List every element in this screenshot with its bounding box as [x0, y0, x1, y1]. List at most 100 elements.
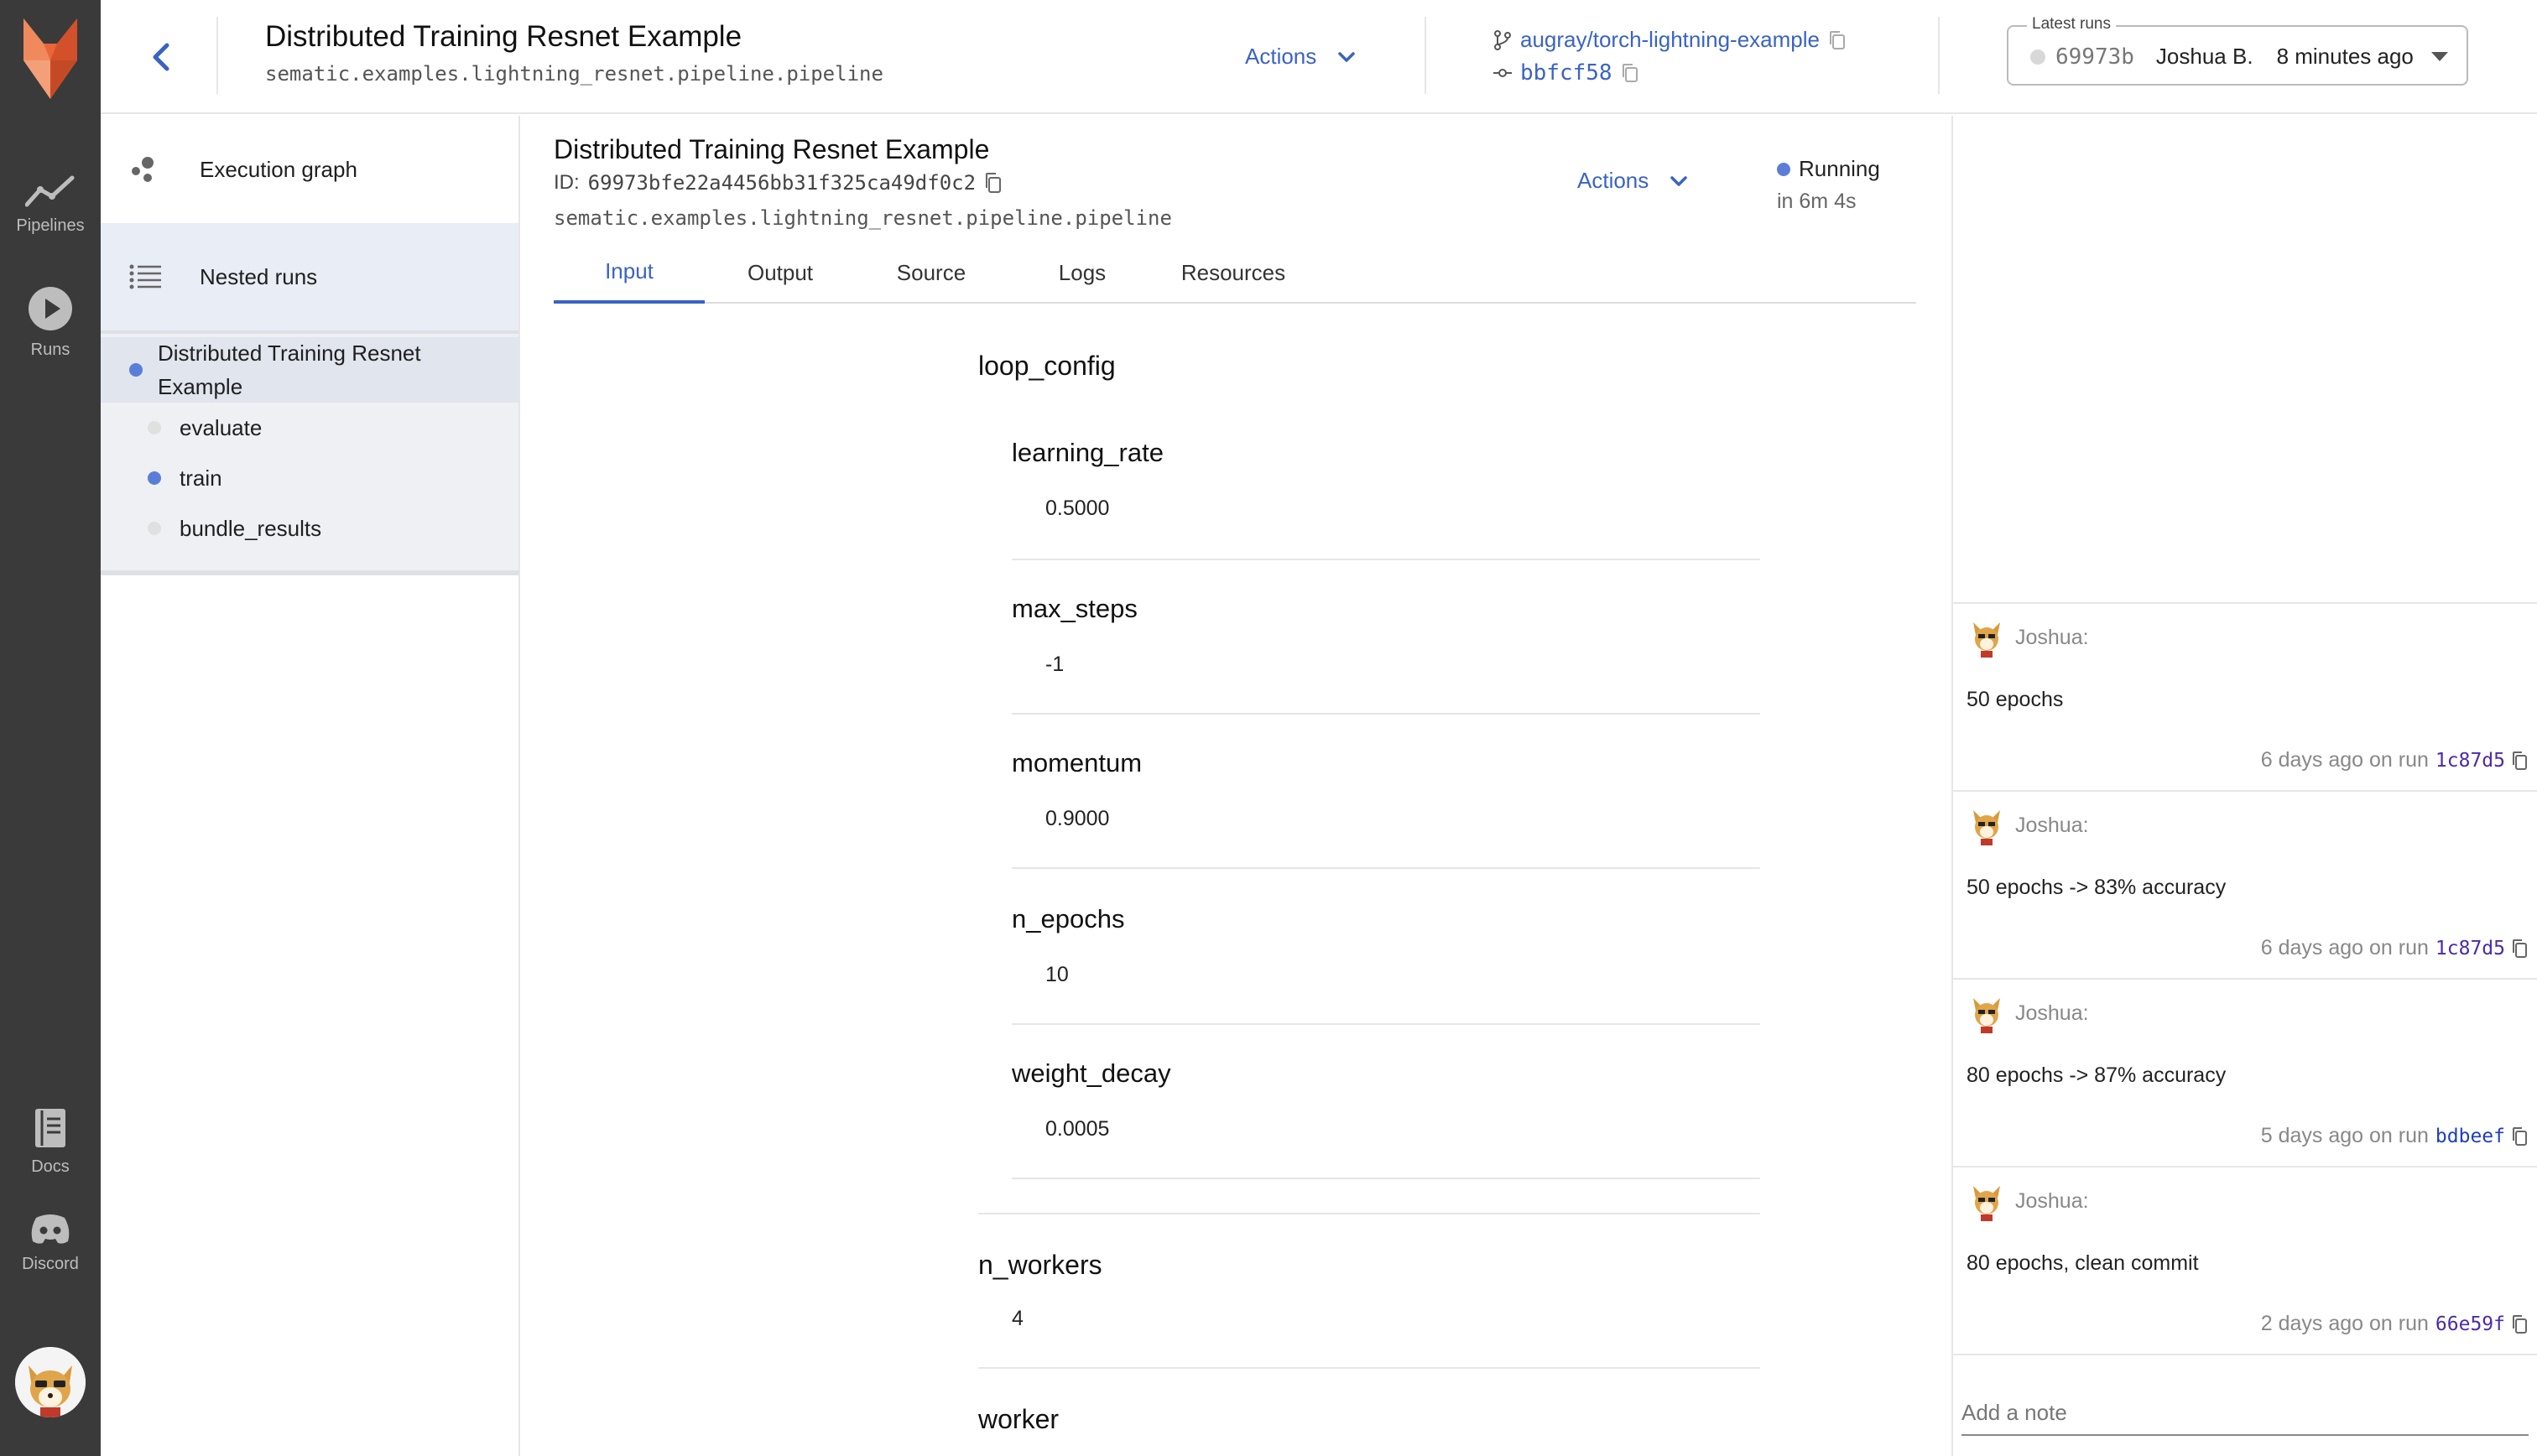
- nav-discord[interactable]: Discord: [0, 1213, 101, 1274]
- nav-runs-label: Runs: [30, 341, 70, 359]
- param-name: weight_decay: [1012, 1058, 1171, 1088]
- nav-docs[interactable]: Docs: [0, 1107, 101, 1177]
- param-value: -1: [1045, 653, 1065, 676]
- nav-runs[interactable]: Runs: [0, 285, 101, 360]
- param-divider: [1012, 1023, 1760, 1025]
- pipeline-actions-button[interactable]: Actions: [1245, 44, 1356, 70]
- copy-icon[interactable]: [1828, 30, 1847, 50]
- pipeline-function-path: sematic.examples.lightning_resnet.pipeli…: [265, 62, 883, 86]
- run-id-label: ID:: [554, 171, 580, 194]
- add-note-input[interactable]: [1961, 1391, 2529, 1436]
- note-run-link[interactable]: 1c87d5: [2435, 938, 2505, 959]
- user-avatar[interactable]: [15, 1347, 86, 1417]
- nav-pipelines[interactable]: Pipelines: [0, 174, 101, 236]
- copy-icon[interactable]: [2512, 1314, 2529, 1334]
- running-status-dot: [148, 471, 161, 485]
- user-avatar-icon: [1973, 998, 2000, 1033]
- latest-runs-label: Latest runs: [2027, 15, 2116, 34]
- git-commit-hash: bbfcf58: [1520, 60, 1612, 86]
- tree-root-label: Distributed Training Resnet: [158, 341, 421, 366]
- tree-item-evaluate[interactable]: evaluate: [148, 411, 262, 445]
- running-status-dot: [1777, 162, 1790, 176]
- param-value: 10: [1045, 963, 1069, 986]
- header-divider: [1425, 17, 1426, 94]
- input-group-title: worker: [978, 1404, 1060, 1434]
- note-meta: 5 days ago on run bdbeef: [2261, 1124, 2529, 1148]
- note-run-link[interactable]: bdbeef: [2435, 1126, 2505, 1147]
- pipeline-actions-label: Actions: [1245, 44, 1317, 69]
- user-avatar-icon: [1973, 810, 2000, 845]
- note-author: Joshua:: [2015, 1001, 2089, 1025]
- tab-logs[interactable]: Logs: [1007, 242, 1158, 304]
- param-name: momentum: [1012, 748, 1143, 777]
- note-item: Joshua: 80 epochs -> 87% accuracy 5 days…: [1953, 980, 2537, 1167]
- latest-runs-select[interactable]: Latest runs 69973b Joshua B. 8 minutes a…: [2007, 15, 2468, 86]
- chevron-down-icon: [1338, 51, 1356, 62]
- run-title: Distributed Training Resnet Example: [554, 134, 990, 164]
- note-body: 50 epochs: [1967, 688, 2064, 711]
- tree-item-bundle-results[interactable]: bundle_results: [148, 512, 321, 545]
- user-avatar-icon: [1973, 1186, 2000, 1221]
- tab-execution-graph[interactable]: Execution graph: [101, 116, 518, 223]
- tree-item-label: bundle_results: [180, 515, 322, 541]
- git-branch-icon: [1494, 29, 1511, 50]
- tree-root-label-line2: Example: [158, 374, 243, 399]
- param-group-divider: [978, 1213, 1760, 1214]
- notes-panel: Joshua: 50 epochs 6 days ago on run 1c87…: [1951, 116, 2537, 1456]
- latest-run-time: 8 minutes ago: [2276, 44, 2414, 69]
- input-group-title: n_workers: [978, 1250, 1102, 1280]
- tab-input[interactable]: Input: [554, 242, 705, 304]
- param-value: 0.5000: [1045, 497, 1110, 520]
- note-time: 6 days ago on run: [2260, 936, 2429, 959]
- note-author: Joshua:: [2015, 814, 2089, 837]
- note-body: 50 epochs -> 83% accuracy: [1967, 876, 2227, 899]
- copy-icon[interactable]: [2512, 751, 2529, 771]
- copy-icon[interactable]: [2512, 1126, 2529, 1147]
- param-divider: [1012, 867, 1760, 869]
- note-body: 80 epochs -> 87% accuracy: [1967, 1063, 2227, 1087]
- tree-item-label: train: [180, 465, 222, 491]
- running-status-dot: [129, 363, 143, 377]
- note-run-link[interactable]: 66e59f: [2435, 1313, 2505, 1335]
- run-actions-label: Actions: [1577, 168, 1649, 193]
- git-repo-link[interactable]: augray/torch-lightning-example: [1493, 27, 1847, 53]
- sematic-logo-icon[interactable]: [18, 18, 82, 99]
- run-actions-button[interactable]: Actions: [1577, 168, 1688, 194]
- pipelines-icon: [25, 175, 75, 207]
- run-duration: in 6m 4s: [1777, 190, 1857, 213]
- param-divider: [1012, 1178, 1760, 1179]
- note-run-link[interactable]: 1c87d5: [2435, 750, 2505, 772]
- list-icon: [129, 264, 161, 289]
- run-id-value: 69973bfe22a4456bb31f325ca49df0c2: [587, 171, 977, 195]
- note-meta: 6 days ago on run 1c87d5: [2261, 748, 2529, 772]
- docs-icon: [35, 1109, 65, 1147]
- copy-icon[interactable]: [1621, 63, 1639, 83]
- note-meta: 2 days ago on run 66e59f: [2261, 1312, 2529, 1336]
- note-body: 80 epochs, clean commit: [1967, 1251, 2199, 1275]
- back-button[interactable]: [139, 34, 181, 81]
- run-tabs: Input Output Source Logs Resources: [554, 242, 1916, 304]
- tab-resources[interactable]: Resources: [1141, 242, 1326, 304]
- copy-icon[interactable]: [2512, 939, 2529, 959]
- copy-icon[interactable]: [984, 172, 1003, 194]
- nested-runs-tree: Distributed Training Resnet Example eval…: [101, 330, 518, 575]
- note-item: Joshua: 80 epochs, clean commit 2 days a…: [1953, 1167, 2537, 1355]
- tab-source[interactable]: Source: [856, 242, 1007, 304]
- param-name: n_epochs: [1012, 904, 1125, 933]
- param-divider: [1012, 713, 1760, 715]
- left-navigation: Pipelines Runs Docs Discord: [0, 0, 101, 1456]
- run-side-panel: Execution graph Nested runs Distributed …: [101, 116, 520, 1456]
- runs-icon: [29, 287, 72, 330]
- pending-status-dot: [148, 522, 161, 535]
- note-time: 6 days ago on run: [2260, 748, 2429, 772]
- tab-output[interactable]: Output: [705, 242, 856, 304]
- git-commit-link[interactable]: bbfcf58: [1493, 60, 1639, 86]
- note-meta: 6 days ago on run 1c87d5: [2261, 936, 2529, 960]
- pending-status-dot: [148, 421, 161, 434]
- tree-item-train[interactable]: train: [148, 461, 222, 495]
- note-author: Joshua:: [2015, 1189, 2089, 1213]
- tab-nested-runs[interactable]: Nested runs: [101, 223, 518, 330]
- run-id-row: ID: 69973bfe22a4456bb31f325ca49df0c2: [554, 171, 1003, 195]
- run-status-label: Running: [1799, 156, 1880, 181]
- tree-item-root[interactable]: Distributed Training Resnet Example: [101, 337, 518, 403]
